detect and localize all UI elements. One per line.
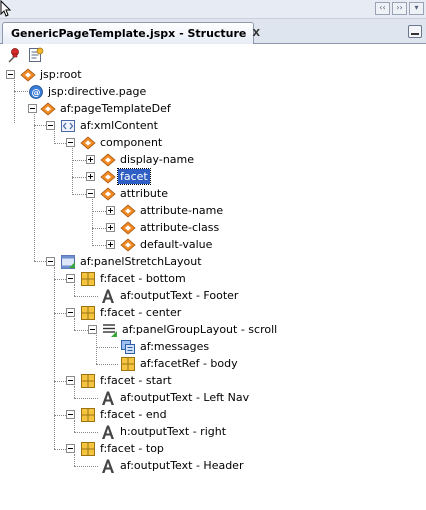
minimize-icon[interactable] (408, 25, 422, 38)
tag-icon (40, 102, 56, 116)
tree-node-label[interactable]: af:xmlContent (78, 118, 160, 133)
tree-node-label[interactable]: af:facetRef - body (138, 356, 240, 371)
tree-node-label[interactable]: jsp:directive.page (46, 84, 148, 99)
facet-grid-icon (81, 272, 95, 286)
output-text-icon (102, 459, 114, 473)
expand-toggle-icon[interactable] (86, 172, 95, 181)
tree-node-label[interactable]: h:outputText - right (118, 424, 228, 439)
expand-toggle-icon[interactable] (106, 206, 115, 215)
tab-title: GenericPageTemplate.jspx - Structure (11, 27, 247, 40)
facet-grid-icon (81, 408, 95, 422)
tree-node-label[interactable]: attribute-class (138, 220, 221, 235)
tree-node-label[interactable]: f:facet - start (98, 373, 174, 388)
collapse-toggle-icon[interactable] (86, 189, 95, 198)
dropdown-icon[interactable]: ▾ (409, 2, 424, 15)
tree-node-label[interactable]: af:outputText - Left Nav (118, 390, 251, 405)
facet-grid-icon (81, 306, 95, 320)
collapse-toggle-icon[interactable] (66, 376, 75, 385)
mouse-cursor-icon (0, 0, 12, 17)
collapse-toggle-icon[interactable] (66, 138, 75, 147)
tree-node-label[interactable]: af:panelStretchLayout (78, 254, 204, 269)
collapse-toggle-icon[interactable] (88, 325, 97, 334)
tree-node-label-selected[interactable]: facet (117, 168, 151, 185)
tree-node-label[interactable]: attribute-name (138, 203, 225, 218)
expand-toggle-icon[interactable] (106, 223, 115, 232)
tab-bar: GenericPageTemplate.jspx - Structure X (0, 19, 426, 44)
tree-node-label[interactable]: jsp:root (38, 67, 84, 82)
tree-node-label[interactable]: af:outputText - Footer (118, 288, 240, 303)
tree-node-label[interactable]: component (98, 135, 164, 150)
structure-window: ‹‹ ›› ▾ GenericPageTemplate.jspx - Struc… (0, 0, 426, 510)
expand-toggle-icon[interactable] (106, 240, 115, 249)
tree-node-label[interactable]: af:outputText - Header (118, 458, 245, 473)
collapse-toggle-icon[interactable] (66, 444, 75, 453)
output-text-icon (102, 425, 114, 439)
tag-icon (120, 204, 136, 218)
panel-group-layout-icon (103, 324, 117, 337)
collapse-toggle-icon[interactable] (66, 410, 75, 419)
tree-node-label[interactable]: display-name (118, 152, 196, 167)
strip-buttons: ‹‹ ›› ▾ (375, 2, 424, 15)
close-tab-icon[interactable]: X (252, 28, 260, 39)
scroll-left-icon[interactable]: ‹‹ (375, 2, 390, 15)
tag-icon (80, 136, 96, 150)
tree-node-label[interactable]: f:facet - top (98, 441, 166, 456)
tree-node-label[interactable]: af:panelGroupLayout - scroll (120, 322, 279, 337)
panel-stretch-layout-icon (61, 255, 75, 269)
expand-toggle-icon[interactable] (86, 155, 95, 164)
svg-text:@: @ (32, 89, 41, 99)
tree-node-label[interactable]: default-value (138, 237, 214, 252)
collapse-toggle-icon[interactable] (66, 274, 75, 283)
scroll-right-icon[interactable]: ›› (392, 2, 407, 15)
window-top-strip: ‹‹ ›› ▾ (0, 0, 426, 19)
facet-grid-icon (81, 374, 95, 388)
tag-icon (100, 170, 116, 184)
tag-icon (100, 153, 116, 167)
tree-node-label[interactable]: af:messages (138, 339, 211, 354)
collapse-toggle-icon[interactable] (46, 121, 55, 130)
tag-icon (20, 68, 36, 82)
tab-structure[interactable]: GenericPageTemplate.jspx - Structure X (2, 22, 260, 44)
messages-icon (121, 340, 135, 354)
xml-content-icon (61, 120, 75, 132)
facet-grid-icon (81, 442, 95, 456)
collapse-toggle-icon[interactable] (46, 257, 55, 266)
output-text-icon (102, 391, 114, 405)
tree-node-label[interactable]: f:facet - end (98, 407, 169, 422)
tree-node-label[interactable]: f:facet - bottom (98, 271, 188, 286)
tree-node-label[interactable]: f:facet - center (98, 305, 183, 320)
tag-icon (120, 238, 136, 252)
collapse-toggle-icon[interactable] (6, 70, 15, 79)
pin-icon[interactable] (6, 47, 22, 63)
toolbar (0, 44, 426, 67)
collapse-toggle-icon[interactable] (28, 104, 37, 113)
tag-icon (120, 221, 136, 235)
output-text-icon (102, 289, 114, 303)
tag-icon (100, 187, 116, 201)
facet-grid-icon (121, 357, 135, 371)
tree-node-label[interactable]: af:pageTemplateDef (58, 101, 173, 116)
tree-node-label[interactable]: attribute (118, 186, 170, 201)
properties-icon[interactable] (28, 47, 44, 63)
structure-tree: jsp:root @ jsp:directive.page af:pageTem… (0, 66, 426, 510)
collapse-toggle-icon[interactable] (66, 308, 75, 317)
directive-icon: @ (29, 85, 43, 99)
